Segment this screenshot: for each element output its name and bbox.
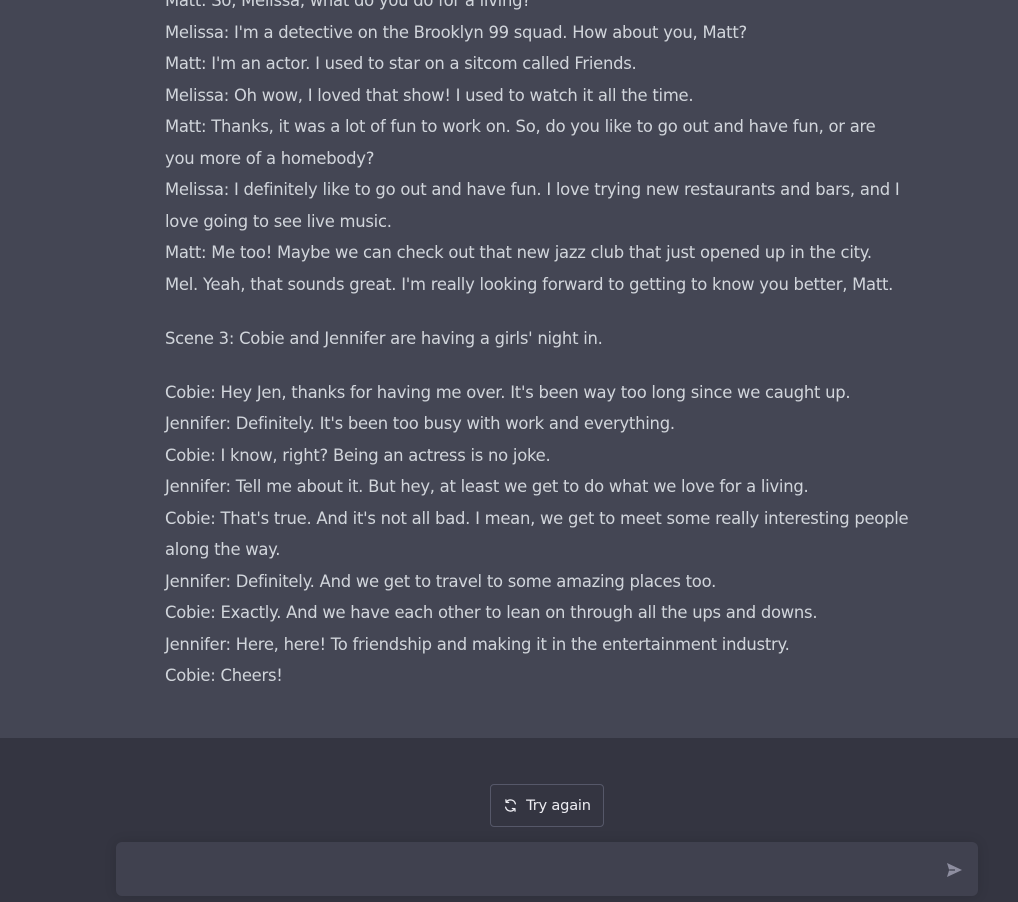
dialogue-line: Cobie: Hey Jen, thanks for having me ove… <box>165 382 851 402</box>
message-input[interactable] <box>132 857 932 883</box>
dialogue-line: Cobie: Exactly. And we have each other t… <box>165 603 818 622</box>
try-again-label: Try again <box>526 797 591 814</box>
dialogue-line: Matt: So, Melissa, what do you do for a … <box>165 0 531 10</box>
dialogue-line: Matt: I'm an actor. I used to star on a … <box>165 54 637 73</box>
dialogue-line: Matt: Thanks, it was a lot of fun to wor… <box>165 117 876 136</box>
response-paragraph: Matt: So, Melissa, what do you do for a … <box>165 0 910 300</box>
dialogue-line: you more of a homebody? <box>165 148 375 168</box>
dialogue-line: Jennifer: Tell me about it. But hey, at … <box>165 477 809 496</box>
dialogue-line: love going to see live music. <box>165 211 392 231</box>
dialogue-line: Jennifer: Definitely. And we get to trav… <box>165 571 717 591</box>
dialogue-line: Cobie: Cheers! <box>165 666 283 685</box>
dialogue-line: Melissa: I definitely like to go out and… <box>165 180 900 199</box>
dialogue-line: Melissa: I'm a detective on the Brooklyn… <box>165 22 747 42</box>
response-paragraph: Cobie: Hey Jen, thanks for having me ove… <box>165 377 910 692</box>
message-composer <box>116 842 978 896</box>
dialogue-line: Cobie: I know, right? Being an actress i… <box>165 445 551 465</box>
dialogue-line: along the way. <box>165 540 281 559</box>
composer-footer: Try again <box>0 738 1018 902</box>
send-button[interactable] <box>946 861 964 878</box>
dialogue-line: Scene 3: Cobie and Jennifer are having a… <box>165 328 603 348</box>
send-icon <box>946 862 964 878</box>
dialogue-line: Jennifer: Here, here! To friendship and … <box>165 634 790 654</box>
dialogue-line: Mel. Yeah, that sounds great. I'm really… <box>165 274 894 294</box>
dialogue-line: Matt: Me too! Maybe we can check out tha… <box>165 243 872 262</box>
assistant-response: Matt: So, Melissa, what do you do for a … <box>0 0 1018 738</box>
response-paragraph: Scene 3: Cobie and Jennifer are having a… <box>165 323 910 355</box>
dialogue-line: Jennifer: Definitely. It's been too busy… <box>165 414 675 433</box>
dialogue-line: Cobie: That's true. And it's not all bad… <box>165 508 909 528</box>
response-body: Matt: So, Melissa, what do you do for a … <box>165 0 910 692</box>
chat-app: Matt: So, Melissa, what do you do for a … <box>0 0 1018 902</box>
refresh-icon <box>503 798 518 813</box>
try-again-button[interactable]: Try again <box>490 784 604 827</box>
dialogue-line: Melissa: Oh wow, I loved that show! I us… <box>165 85 694 105</box>
